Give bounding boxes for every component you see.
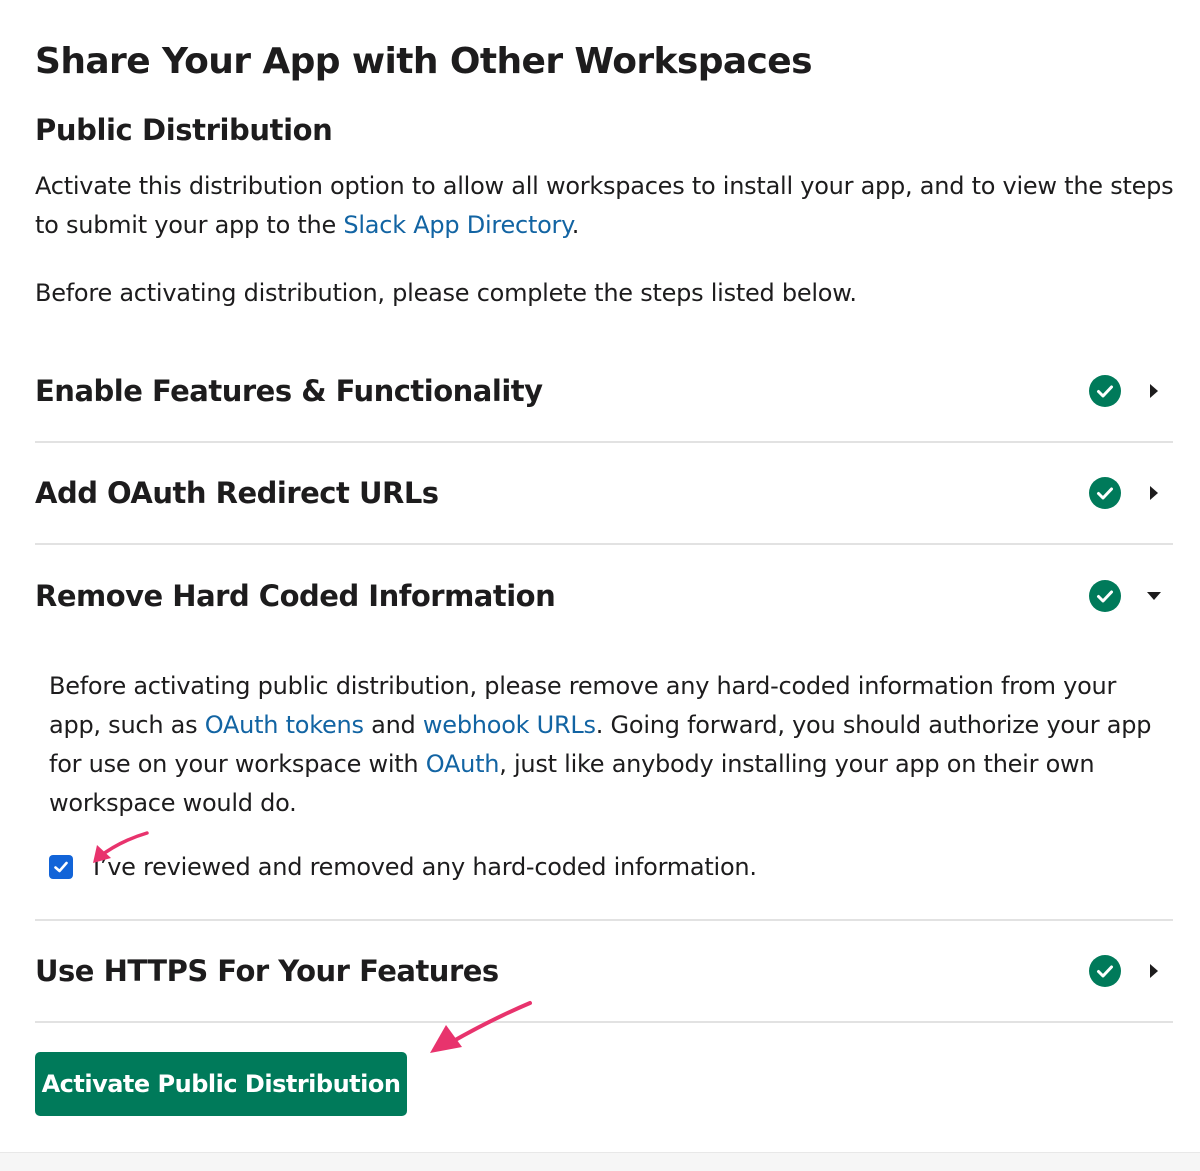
reviewed-checkbox-label[interactable]: I’ve reviewed and removed any hard-coded…: [93, 853, 757, 881]
check-circle-icon: [1089, 955, 1121, 987]
step-remove-hard-coded-body: Before activating public distribution, p…: [35, 645, 1173, 921]
slack-app-directory-link[interactable]: Slack App Directory: [343, 211, 572, 239]
confirm-row[interactable]: I’ve reviewed and removed any hard-coded…: [49, 852, 757, 882]
intro-text-end: .: [571, 211, 580, 239]
step-title: Remove Hard Coded Information: [35, 579, 556, 613]
step-use-https[interactable]: Use HTTPS For Your Features: [35, 921, 1173, 1023]
intro-text: Activate this distribution option to all…: [35, 167, 1175, 245]
caret-right-icon[interactable]: [1147, 486, 1161, 500]
caret-right-icon[interactable]: [1147, 964, 1161, 978]
reviewed-checkbox[interactable]: [49, 855, 73, 879]
check-circle-icon: [1089, 375, 1121, 407]
intro-text-part: Activate this distribution option to all…: [35, 172, 1174, 239]
check-circle-icon: [1089, 580, 1121, 612]
caret-right-icon[interactable]: [1147, 384, 1161, 398]
check-circle-icon: [1089, 477, 1121, 509]
webhook-urls-link[interactable]: webhook URLs: [423, 711, 596, 739]
before-activating-text: Before activating distribution, please c…: [35, 279, 857, 307]
checkmark-icon: [54, 861, 68, 873]
step-title: Add OAuth Redirect URLs: [35, 476, 439, 510]
activate-public-distribution-button[interactable]: Activate Public Distribution: [35, 1052, 407, 1116]
oauth-link[interactable]: OAuth: [426, 750, 500, 778]
hard-coded-description: Before activating public distribution, p…: [49, 667, 1159, 823]
share-app-page: Share Your App with Other Workspaces Pub…: [0, 0, 1200, 1170]
page-title: Share Your App with Other Workspaces: [35, 41, 813, 82]
caret-down-icon[interactable]: [1147, 589, 1161, 603]
step-remove-hard-coded-information[interactable]: Remove Hard Coded Information: [35, 545, 1173, 647]
step-enable-features[interactable]: Enable Features & Functionality: [35, 341, 1173, 443]
step-title: Enable Features & Functionality: [35, 374, 543, 408]
step-title: Use HTTPS For Your Features: [35, 954, 499, 988]
footer-strip: [0, 1152, 1200, 1171]
step-add-oauth-redirect-urls[interactable]: Add OAuth Redirect URLs: [35, 443, 1173, 545]
hard-coded-text-part: and: [363, 711, 423, 739]
oauth-tokens-link[interactable]: OAuth tokens: [205, 711, 364, 739]
section-title-public-distribution: Public Distribution: [35, 113, 333, 147]
